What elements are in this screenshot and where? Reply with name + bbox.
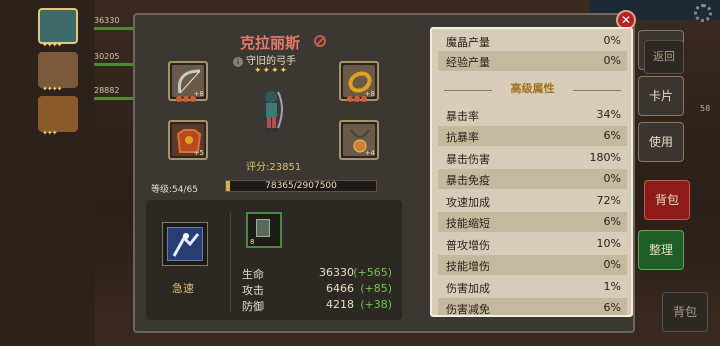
attr-label: 伤害减免 xyxy=(446,303,490,316)
attr-label: 攻速加成 xyxy=(446,196,490,209)
attr-row: 暴击率 34% xyxy=(438,105,627,125)
attr-row: 伤害加成 1% xyxy=(438,277,627,297)
stat-value: 6466 xyxy=(326,282,354,295)
hero-portrait xyxy=(38,8,78,44)
attr-label: 暴击免疫 xyxy=(446,174,490,187)
xp-bar: 78365/2907500 xyxy=(225,180,377,192)
info-icon[interactable]: i xyxy=(233,57,243,67)
sort-button[interactable]: 整理 xyxy=(638,230,684,270)
hero-level: 等级:54/65 xyxy=(151,185,198,195)
hero-portrait xyxy=(38,96,78,132)
stat-label: 生命 xyxy=(242,268,264,281)
equip-plus: +5 xyxy=(193,149,204,157)
hero-sprite xyxy=(258,88,286,136)
stat-label: 攻击 xyxy=(242,284,264,297)
hero-hp-bar xyxy=(94,97,134,100)
attr-label: 伤害加成 xyxy=(446,282,490,295)
attr-row: 抗暴率 6% xyxy=(438,126,627,146)
attr-value: 0% xyxy=(603,54,621,67)
hero-portrait xyxy=(38,52,78,88)
stat-value: 4218 xyxy=(326,298,354,311)
skill-icon xyxy=(167,227,203,261)
rune-icon xyxy=(256,219,270,237)
attr-value: 0% xyxy=(603,34,621,47)
attr-value: 6% xyxy=(603,301,621,314)
attr-label: 魔晶产量 xyxy=(446,36,490,49)
attr-row: 技能增伤 0% xyxy=(438,255,627,275)
hero-list-item[interactable]: ✦✦✦ xyxy=(30,96,88,137)
stat-bonus: (+85) xyxy=(360,282,392,295)
attr-label: 暴击伤害 xyxy=(446,153,490,166)
use-button[interactable]: 使用 xyxy=(638,122,684,162)
attr-value: 1% xyxy=(603,280,621,293)
equip-slot-amulet[interactable]: +4 xyxy=(339,120,379,160)
bag-button-secondary[interactable]: 背包 xyxy=(662,292,708,332)
divider xyxy=(230,212,231,312)
back-button[interactable]: 返回 xyxy=(644,40,684,74)
attr-row: 经验产量 0% xyxy=(438,51,627,71)
attr-value: 10% xyxy=(596,237,621,250)
rune-slot[interactable]: 8 xyxy=(246,212,282,248)
hero-stars: ✦✦✦✦ xyxy=(42,41,62,49)
attr-label: 抗暴率 xyxy=(446,131,479,144)
attr-value: 180% xyxy=(589,151,621,164)
attr-label: 暴击率 xyxy=(446,110,479,123)
attr-row: 技能缩短 6% xyxy=(438,212,627,232)
advanced-attributes-header: 高级属性 xyxy=(438,80,627,100)
attr-row: 普攻增伤 10% xyxy=(438,234,627,254)
hero-hp: 30205 xyxy=(94,52,120,61)
attr-value: 72% xyxy=(596,194,621,207)
gear-icon[interactable] xyxy=(694,4,712,22)
stat-bonus: (+565) xyxy=(353,266,392,279)
attr-row: 魔晶产量 0% xyxy=(438,31,627,51)
attr-row: 伤害减免 6% xyxy=(438,298,627,316)
stat-bonus: (+38) xyxy=(360,298,392,311)
bag-button[interactable]: 背包 xyxy=(644,180,690,220)
hero-name: 克拉丽斯 xyxy=(240,34,301,52)
corner-count: 58 xyxy=(700,104,711,113)
hero-list-item[interactable]: ✦✦✦✦ xyxy=(30,52,88,93)
equip-slot-ring[interactable]: +8 xyxy=(339,61,379,102)
attr-row: 暴击伤害 180% xyxy=(438,148,627,168)
hero-hp-bar xyxy=(94,63,134,66)
equip-plus: +4 xyxy=(364,149,375,157)
attr-value: 0% xyxy=(603,172,621,185)
ban-icon[interactable] xyxy=(314,35,326,47)
hero-hp-bar xyxy=(94,27,134,30)
hero-hp: 36330 xyxy=(94,16,120,25)
hero-score: 评分:23851 xyxy=(246,162,302,173)
hero-stars-main: ✦✦✦✦ xyxy=(254,66,289,76)
skill-slot[interactable] xyxy=(162,222,208,266)
upgrade-dots xyxy=(176,87,197,106)
attr-value: 6% xyxy=(603,215,621,228)
attr-label: 技能缩短 xyxy=(446,217,490,230)
attr-value: 34% xyxy=(596,108,621,121)
attr-row: 暴击免疫 0% xyxy=(438,169,627,189)
attr-label: 普攻增伤 xyxy=(446,239,490,252)
attr-label: 技能增伤 xyxy=(446,260,490,273)
equip-slot-armor[interactable]: +5 xyxy=(168,120,208,160)
hero-title: i 守旧的弓手 xyxy=(233,52,296,67)
attributes-panel[interactable]: 魔晶产量 0% 经验产量 0% 高级属性 暴击率 34% 抗暴率 6% 暴击伤害… xyxy=(430,27,633,317)
skill-label: 急速 xyxy=(172,282,194,295)
hero-stars: ✦✦✦✦ xyxy=(42,85,62,93)
rune-count: 8 xyxy=(250,238,255,246)
attr-value: 0% xyxy=(603,258,621,271)
attr-label: 经验产量 xyxy=(446,56,490,69)
stat-label: 防御 xyxy=(242,300,264,313)
hero-list-item[interactable]: ✦✦✦✦ xyxy=(30,8,88,49)
equip-slot-bow[interactable]: +8 xyxy=(168,61,208,102)
hero-stars: ✦✦✦ xyxy=(42,129,58,137)
attr-row: 攻速加成 72% xyxy=(438,191,627,211)
xp-text: 78365/2907500 xyxy=(265,181,337,191)
attr-value: 6% xyxy=(603,129,621,142)
hero-hp: 28882 xyxy=(94,86,120,95)
stat-value: 36330 xyxy=(319,266,354,279)
card-button[interactable]: 卡片 xyxy=(638,76,684,116)
upgrade-dots xyxy=(347,87,368,106)
